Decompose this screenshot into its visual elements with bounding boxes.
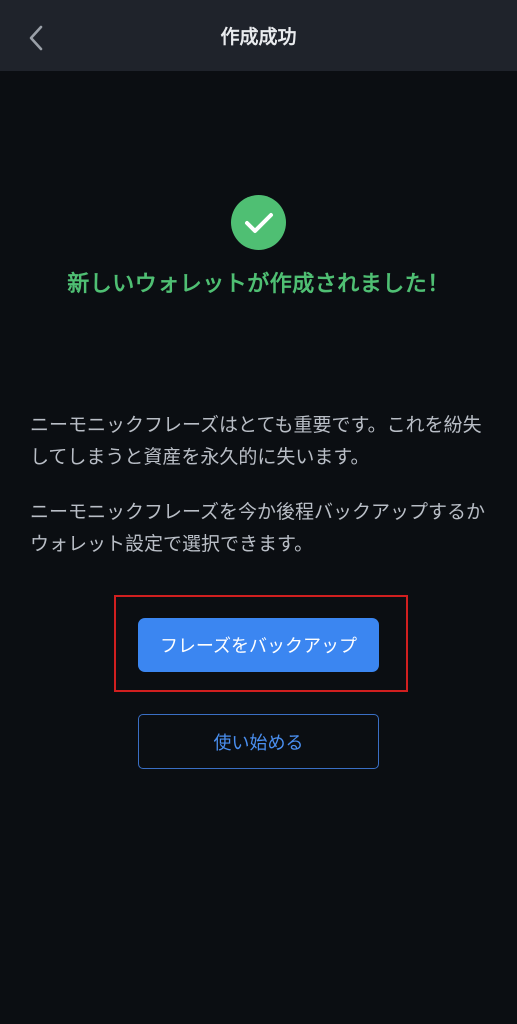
- backup-phrase-button[interactable]: フレーズをバックアップ: [138, 618, 379, 672]
- check-circle-icon: [231, 195, 286, 250]
- top-bar: 作成成功: [0, 0, 517, 71]
- success-message: 新しいウォレットが作成されました！: [67, 272, 450, 297]
- start-using-button[interactable]: 使い始める: [138, 714, 379, 769]
- info-text: ニーモニックフレーズを今か後程バックアップするかウォレット設定で選択できます。: [30, 501, 486, 555]
- warning-text: ニーモニックフレーズはとても重要です。これを紛失してしまうと資産を永久的に失いま…: [30, 414, 482, 468]
- page-title: 作成成功: [220, 26, 297, 48]
